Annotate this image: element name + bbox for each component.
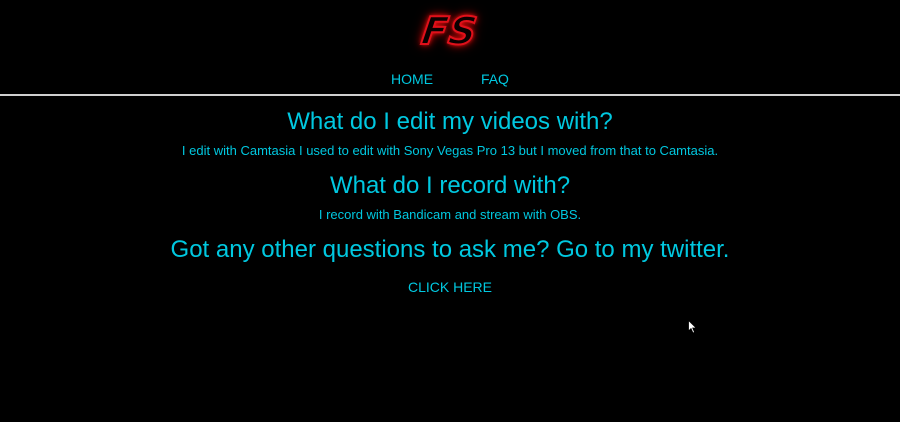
faq-question-editing: What do I edit my videos with?	[287, 108, 613, 135]
mouse-pointer-icon	[688, 320, 698, 334]
header-logo-area: FS	[0, 8, 900, 54]
twitter-click-here-link[interactable]: CLICK HERE	[408, 278, 492, 296]
main-nav: HOME FAQ	[0, 70, 900, 88]
nav-faq-link[interactable]: FAQ	[481, 70, 509, 88]
header-divider	[0, 94, 900, 96]
faq-answer-editing: I edit with Camtasia I used to edit with…	[181, 143, 719, 158]
faq-content: What do I edit my videos with? I edit wi…	[0, 106, 900, 297]
contact-heading: Got any other questions to ask me? Go to…	[170, 236, 730, 263]
faq-question-recording: What do I record with?	[329, 172, 571, 199]
site-logo[interactable]: FS	[418, 8, 482, 54]
faq-answer-recording: I record with Bandicam and stream with O…	[318, 207, 582, 222]
nav-home-link[interactable]: HOME	[391, 70, 433, 88]
